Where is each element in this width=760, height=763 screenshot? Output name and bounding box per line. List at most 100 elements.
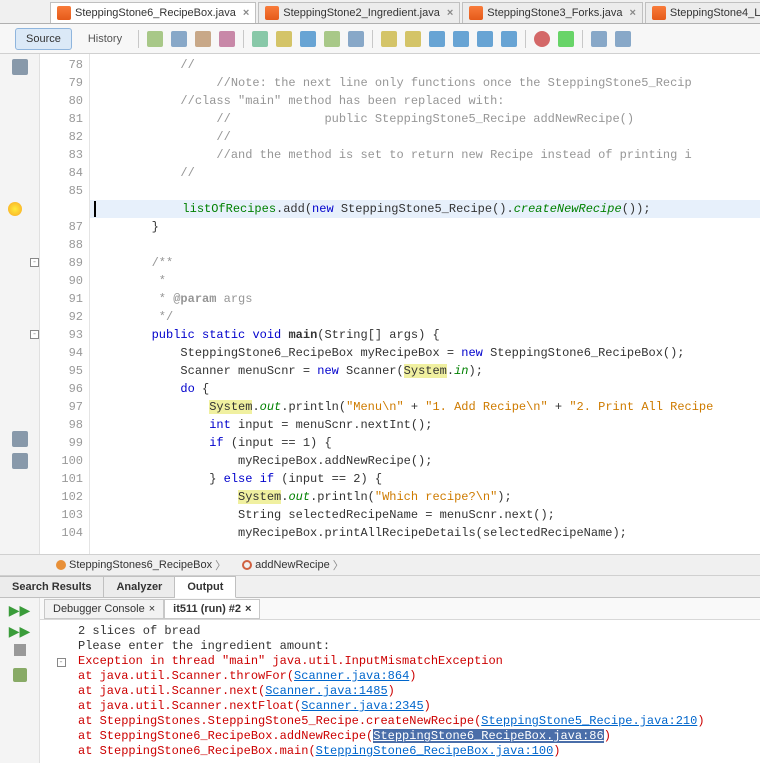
breadcrumb-item[interactable]: SteppingStones6_RecipeBox〉 [50,555,232,575]
line-number: 99 [40,434,83,452]
code-editor[interactable]: // //Note: the next line only functions … [90,54,760,554]
toolbar-icon[interactable] [300,31,316,47]
separator [138,30,139,48]
method-icon [242,560,252,570]
code-text: myRecipeBox.printAllRecipeDetails(select… [94,526,627,540]
stacktrace-link[interactable]: SteppingStone6_RecipeBox.java:100 [316,744,554,758]
rerun-icon[interactable]: ▶▶ [9,602,31,619]
close-icon[interactable]: × [629,7,635,19]
toolbar-icon[interactable] [477,31,493,47]
console-line: Please enter the ingredient amount: [78,639,330,654]
output-icon[interactable] [13,668,27,682]
fold-icon[interactable]: - [30,330,39,339]
separator [525,30,526,48]
record-macro-icon[interactable] [534,31,550,47]
stacktrace-link[interactable]: SteppingStone5_Recipe.java:210 [481,714,697,728]
line-number: 87 [40,218,83,236]
java-icon [652,6,666,20]
stacktrace-link[interactable]: Scanner.java:2345 [301,699,423,713]
line-number: -93 [40,326,83,344]
line-number: 84 [40,164,83,182]
code-comment: //and the method is set to return new Re… [94,148,692,162]
tab-debugger-console[interactable]: Debugger Console× [44,599,164,619]
code-text: } [94,220,159,234]
toolbar-icon[interactable] [324,31,340,47]
line-number: 83 [40,146,83,164]
line-number: 80 [40,92,83,110]
toolbar-icon[interactable] [453,31,469,47]
console-error-line: Exception in thread "main" java.util.Inp… [78,654,503,669]
class-icon [56,560,66,570]
close-icon[interactable]: × [243,7,249,19]
toolbar-icon[interactable] [591,31,607,47]
separator [582,30,583,48]
code-comment: // [94,166,195,180]
code-line-highlighted: listOfRecipes.add(new SteppingStone5_Rec… [90,200,760,218]
line-number: 104 [40,524,83,542]
file-tab[interactable]: SteppingStone3_Forks.java× [462,2,643,23]
java-icon [265,6,279,20]
tab-output[interactable]: Output [175,576,236,598]
line-number: 102 [40,488,83,506]
file-tabs-bar: SteppingStone6_RecipeBox.java× SteppingS… [0,0,760,24]
toolbar-icon[interactable] [219,31,235,47]
stacktrace-link[interactable]: Scanner.java:1485 [265,684,387,698]
stacktrace-link[interactable]: Scanner.java:864 [294,669,409,683]
side-icon[interactable] [12,431,28,447]
toolbar-icon[interactable] [252,31,268,47]
toolbar-icon[interactable] [429,31,445,47]
line-number: 78 [40,56,83,74]
toolbar-icon[interactable] [501,31,517,47]
stacktrace-link-selected[interactable]: SteppingStone6_RecipeBox.java:86 [373,729,603,743]
toolbar-icon[interactable] [381,31,397,47]
toolbar-icon[interactable] [558,31,574,47]
toolbar-icon[interactable] [348,31,364,47]
tab-analyzer[interactable]: Analyzer [104,576,175,597]
line-number: 94 [40,344,83,362]
history-button[interactable]: History [80,29,130,49]
toolbar-icon[interactable] [615,31,631,47]
line-number: 95 [40,362,83,380]
rerun-icon[interactable]: ▶▶ [9,623,31,640]
line-number-gutter: 78 79 80 81 82 83 84 85 87 88 -89 90 91 … [40,54,90,554]
toolbar-icon[interactable] [405,31,421,47]
close-icon[interactable]: × [245,603,251,615]
separator [243,30,244,48]
side-icon[interactable] [12,59,28,75]
output-panel: ▶▶ ▶▶ Debugger Console× it511 (run) #2× … [0,598,760,763]
tab-search-results[interactable]: Search Results [0,576,104,597]
collapse-icon[interactable]: - [57,658,66,667]
line-number: 103 [40,506,83,524]
toolbar-icon[interactable] [171,31,187,47]
close-icon[interactable]: × [447,7,453,19]
file-tab-active[interactable]: SteppingStone6_RecipeBox.java× [50,2,256,23]
toolbar-icon[interactable] [276,31,292,47]
line-number: 85 [40,182,83,200]
editor-toolbar: Source History [0,24,760,54]
source-button[interactable]: Source [15,28,72,50]
toolbar-icon[interactable] [147,31,163,47]
line-number: 90 [40,272,83,290]
fold-icon[interactable]: - [30,258,39,267]
code-comment: // public SteppingStone5_Recipe addNewRe… [94,112,634,126]
toolbar-icon[interactable] [195,31,211,47]
stop-icon[interactable] [14,644,26,656]
close-icon[interactable]: × [149,603,155,615]
breadcrumb-item[interactable]: addNewRecipe〉 [236,555,350,575]
line-number: 98 [40,416,83,434]
code-text: String selectedRecipeName = menuScnr.nex… [94,508,555,522]
file-tab-label: SteppingStone4_Loop [670,7,760,19]
tab-run-output[interactable]: it511 (run) #2× [164,599,260,619]
side-icon[interactable] [12,453,28,469]
console-line: 2 slices of bread [78,624,200,639]
lightbulb-icon[interactable] [8,202,22,216]
file-tab[interactable]: SteppingStone4_Loop [645,2,760,23]
line-number: 81 [40,110,83,128]
breadcrumb: SteppingStones6_RecipeBox〉 addNewRecipe〉 [0,554,760,576]
file-tab[interactable]: SteppingStone2_Ingredient.java× [258,2,460,23]
line-number: 96 [40,380,83,398]
line-number: 79 [40,74,83,92]
console-output[interactable]: 2 slices of bread Please enter the ingre… [40,620,760,763]
code-comment: * [94,274,166,288]
line-number: 100 [40,452,83,470]
